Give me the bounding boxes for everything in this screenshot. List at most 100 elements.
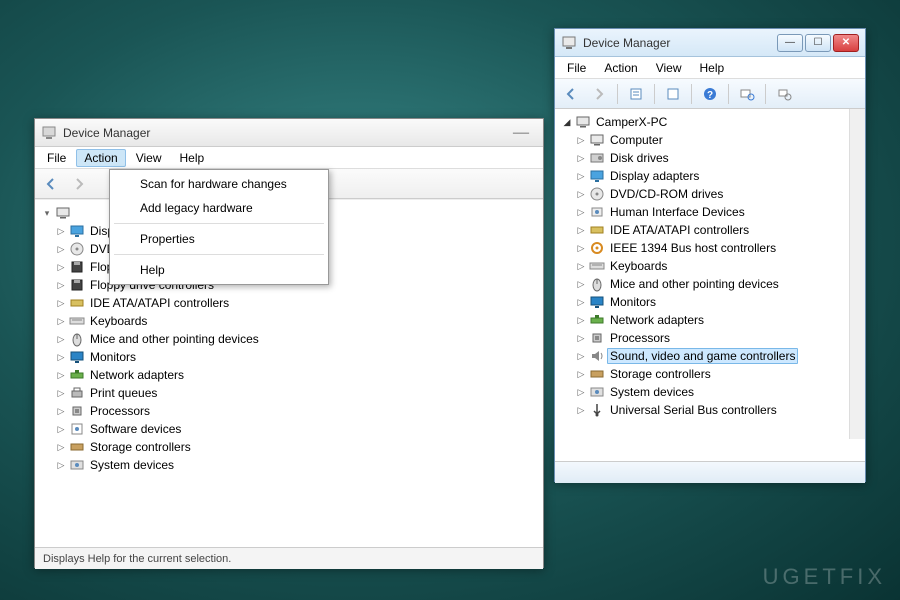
chevron-right-icon[interactable]: ▷ [575,278,587,290]
menu-help[interactable]: Help [692,59,733,77]
chevron-right-icon[interactable]: ▷ [55,369,67,381]
chevron-right-icon[interactable]: ▷ [575,296,587,308]
maximize-button[interactable]: ☐ [805,34,831,52]
forward-button[interactable] [587,82,611,106]
tree-item-label: Software devices [87,421,184,437]
chevron-right-icon[interactable]: ▷ [575,368,587,380]
titlebar[interactable]: Device Manager — ☐ ✕ [555,29,865,57]
menu-item-scan[interactable]: Scan for hardware changes [112,172,326,196]
tree-item[interactable]: ▷IDE ATA/ATAPI controllers [37,294,541,312]
tree-item[interactable]: ▷Display adapters [557,167,863,185]
chevron-right-icon[interactable]: ▷ [55,261,67,273]
chevron-right-icon[interactable]: ▷ [55,423,67,435]
sound-icon [589,348,605,364]
tree-item[interactable]: ▷Keyboards [557,257,863,275]
forward-button[interactable] [67,172,91,196]
computer-icon [589,132,605,148]
tree-item[interactable]: ▷ Keyboards [37,312,541,330]
tree-item[interactable]: ▷Mice and other pointing devices [37,330,541,348]
menu-help[interactable]: Help [172,149,213,167]
tree-item[interactable]: ▷Network adapters [37,366,541,384]
chevron-right-icon[interactable]: ▷ [575,152,587,164]
chevron-right-icon[interactable]: ▷ [55,441,67,453]
menu-action[interactable]: Action [76,149,125,167]
tree-item[interactable]: ▷Monitors [37,348,541,366]
mouse-icon [589,276,605,292]
tree-item[interactable]: ▷Disk drives [557,149,863,167]
chevron-right-icon[interactable]: ▷ [575,242,587,254]
tree-item[interactable]: ▷Network adapters [557,311,863,329]
chevron-right-icon[interactable]: ▷ [55,297,67,309]
optical-icon [69,241,85,257]
chevron-right-icon[interactable]: ▷ [55,459,67,471]
menu-action[interactable]: Action [596,59,645,77]
tree-item[interactable]: ▷Storage controllers [557,365,863,383]
help-button[interactable]: ? [698,82,722,106]
tree-item[interactable]: ▷System devices [37,456,541,474]
system-icon [589,384,605,400]
chevron-right-icon[interactable]: ▷ [55,351,67,363]
chevron-right-icon[interactable]: ▷ [575,314,587,326]
chevron-right-icon[interactable]: ▷ [55,387,67,399]
tree-item[interactable]: ▷ IDE ATA/ATAPI controllers [557,221,863,239]
chevron-right-icon[interactable]: ▷ [575,260,587,272]
tree-item[interactable]: ▷Computer [557,131,863,149]
device-manager-right-window: Device Manager — ☐ ✕ File Action View He… [554,28,866,482]
close-button[interactable]: ✕ [833,34,859,52]
tree-item[interactable]: ▷ Storage controllers [37,438,541,456]
back-button[interactable] [39,172,63,196]
device-manager-icon [41,125,57,141]
tree-item[interactable]: ▷Universal Serial Bus controllers [557,401,863,419]
tree-item[interactable]: ▷IEEE 1394 Bus host controllers [557,239,863,257]
tree-item-label: IDE ATA/ATAPI controllers [607,222,752,238]
chevron-right-icon[interactable]: ▷ [55,243,67,255]
chevron-right-icon[interactable]: ▷ [55,315,67,327]
expander-icon[interactable]: ▾ [41,207,53,219]
chevron-right-icon[interactable]: ▷ [575,404,587,416]
titlebar[interactable]: Device Manager — [35,119,543,147]
refresh-button[interactable] [661,82,685,106]
chevron-right-icon[interactable]: ▷ [575,206,587,218]
tree-item[interactable]: ▷Processors [37,402,541,420]
vertical-scrollbar[interactable] [849,109,865,439]
minimize-button[interactable]: — [777,34,803,52]
uninstall-button[interactable] [772,82,796,106]
menu-file[interactable]: File [559,59,594,77]
menu-view[interactable]: View [648,59,690,77]
expander-icon[interactable]: ◢ [561,116,573,128]
tree-item-label: Storage controllers [87,439,194,455]
menu-item-help[interactable]: Help [112,258,326,282]
tree-item[interactable]: ▷Processors [557,329,863,347]
chevron-right-icon[interactable]: ▷ [575,350,587,362]
tree-item-label: Keyboards [87,313,150,329]
chevron-right-icon[interactable]: ▷ [575,224,587,236]
chevron-right-icon[interactable]: ▷ [575,188,587,200]
system-icon [69,457,85,473]
scan-button[interactable] [735,82,759,106]
tree-item[interactable]: ▷DVD/CD-ROM drives [557,185,863,203]
tree-item[interactable]: ▷Human Interface Devices [557,203,863,221]
tree-item[interactable]: ▷System devices [557,383,863,401]
menu-file[interactable]: File [39,149,74,167]
tree-root[interactable]: ◢ CamperX-PC [557,113,863,131]
chevron-right-icon[interactable]: ▷ [55,333,67,345]
tree-item[interactable]: ▷Mice and other pointing devices [557,275,863,293]
chevron-right-icon[interactable]: ▷ [575,386,587,398]
menu-item-add-legacy[interactable]: Add legacy hardware [112,196,326,220]
tree-content[interactable]: ◢ CamperX-PC ▷Computer▷Disk drives▷Displ… [555,109,865,461]
properties-button[interactable] [624,82,648,106]
minimize-button[interactable]: — [505,124,537,142]
menu-item-properties[interactable]: Properties [112,227,326,251]
chevron-right-icon[interactable]: ▷ [55,225,67,237]
chevron-right-icon[interactable]: ▷ [55,279,67,291]
tree-item[interactable]: ▷ Software devices [37,420,541,438]
chevron-right-icon[interactable]: ▷ [55,405,67,417]
tree-item[interactable]: ▷Monitors [557,293,863,311]
menu-view[interactable]: View [128,149,170,167]
back-button[interactable] [559,82,583,106]
chevron-right-icon[interactable]: ▷ [575,134,587,146]
chevron-right-icon[interactable]: ▷ [575,332,587,344]
chevron-right-icon[interactable]: ▷ [575,170,587,182]
tree-item[interactable]: ▷Sound, video and game controllers [557,347,863,365]
tree-item[interactable]: ▷Print queues [37,384,541,402]
